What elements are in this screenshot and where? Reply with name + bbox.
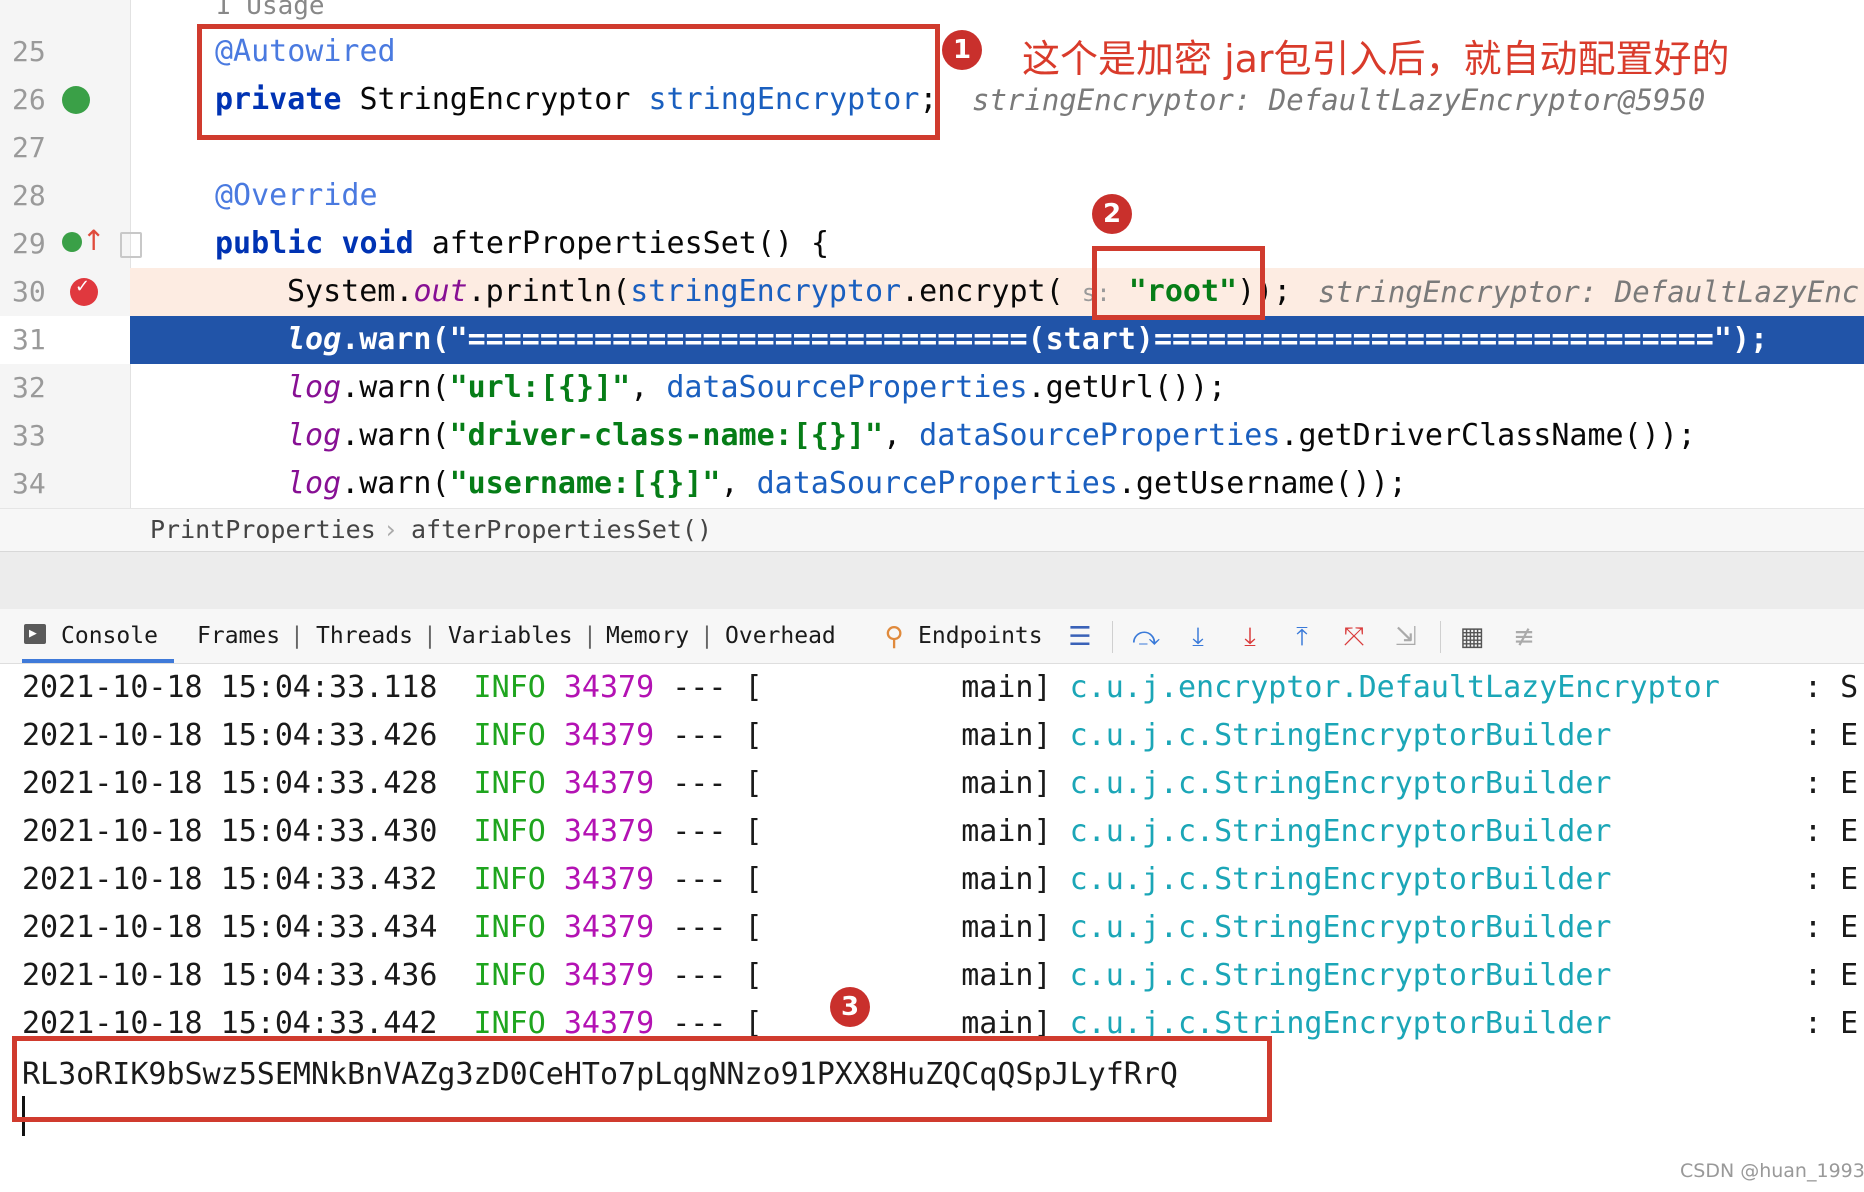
code-line-28: 28 @Override xyxy=(0,172,1864,220)
code-text: public void afterPropertiesSet() { xyxy=(215,226,830,261)
drop-frame-icon[interactable]: ⤧ xyxy=(1340,623,1368,651)
tab-endpoints[interactable]: Endpoints xyxy=(918,609,1043,663)
tab-variables[interactable]: Variables xyxy=(448,609,573,663)
step-into-icon[interactable]: ⤓ xyxy=(1184,623,1212,651)
line-number: 29 xyxy=(12,227,46,260)
tab-threads[interactable]: Threads xyxy=(316,609,413,663)
line-number: 25 xyxy=(12,35,46,68)
tab-console[interactable]: ▶ Console xyxy=(22,609,174,663)
highlight-box-root xyxy=(1092,246,1265,320)
code-text: log.warn("driver-class-name:[{}]", dataS… xyxy=(287,418,1696,453)
line-number: 33 xyxy=(12,419,46,452)
line-number: 34 xyxy=(12,467,46,500)
badge-3: 3 xyxy=(830,987,870,1027)
code-line-34: 34 log.warn("username:[{}]", dataSourceP… xyxy=(0,460,1864,508)
code-line-31-current: 31 log.warn("===========================… xyxy=(0,316,1864,364)
log-line: 2021-10-18 15:04:33.118 INFO 34379 --- [… xyxy=(22,670,1859,705)
line-number: 28 xyxy=(12,179,46,212)
badge-2: 2 xyxy=(1092,194,1132,234)
trace-stream-icon[interactable]: ≢ xyxy=(1510,623,1538,651)
code-line-33: 33 log.warn("driver-class-name:[{}]", da… xyxy=(0,412,1864,460)
tab-separator: | xyxy=(290,623,304,649)
inline-debug-value: stringEncryptor: DefaultLazyEncryptor@59… xyxy=(972,83,1706,117)
code-text: log.warn("username:[{}]", dataSourceProp… xyxy=(287,466,1407,501)
fold-icon[interactable] xyxy=(120,232,142,258)
tab-frames[interactable]: Frames xyxy=(197,609,280,663)
line-number: 32 xyxy=(12,371,46,404)
code-text: @Override xyxy=(215,178,378,213)
implements-icon[interactable] xyxy=(62,232,82,252)
override-arrow-icon[interactable]: ↑ xyxy=(82,224,105,257)
log-line: 2021-10-18 15:04:33.428 INFO 34379 --- [… xyxy=(22,766,1859,801)
code-line-29: 29 ↑ public void afterPropertiesSet() { xyxy=(0,220,1864,268)
line-number: 30 xyxy=(0,268,130,316)
evaluate-expression-icon[interactable]: ▦ xyxy=(1458,623,1486,651)
watermark: CSDN @huan_1993 xyxy=(1680,1160,1864,1182)
log-line: 2021-10-18 15:04:33.426 INFO 34379 --- [… xyxy=(22,718,1859,753)
toolbar-divider xyxy=(1112,621,1113,653)
run-to-cursor-icon[interactable]: ⇲ xyxy=(1392,623,1420,651)
panel-divider[interactable] xyxy=(0,551,1864,610)
debug-toolbar: ▶ Console Frames | Threads | Variables |… xyxy=(0,609,1864,664)
tab-separator: | xyxy=(700,623,714,649)
code-line-32: 32 log.warn("url:[{}]", dataSourceProper… xyxy=(0,364,1864,412)
code-editor[interactable]: 1 Usage 25 @Autowired 26 private StringE… xyxy=(0,0,1864,508)
step-out-icon[interactable]: ⤒ xyxy=(1288,623,1316,651)
show-execution-point-icon[interactable]: ☰ xyxy=(1066,623,1094,651)
log-line: 2021-10-18 15:04:33.430 INFO 34379 --- [… xyxy=(22,814,1859,849)
breadcrumb: PrintProperties › afterPropertiesSet() xyxy=(0,508,1864,551)
breadcrumb-method[interactable]: afterPropertiesSet() xyxy=(411,509,712,551)
endpoints-icon: ⚲ xyxy=(884,622,904,652)
code-text: log.warn("==============================… xyxy=(287,322,1769,357)
code-line-30: 30 ✓ System.out.println(stringEncryptor.… xyxy=(0,268,1864,316)
annotation-note: 这个是加密 jar包引入后，就自动配置好的 xyxy=(1022,37,1730,81)
step-over-icon[interactable]: ⤼ xyxy=(1132,623,1160,651)
usages-hint[interactable]: 1 Usage xyxy=(215,0,325,26)
highlight-box-cipher xyxy=(12,1036,1272,1122)
breadcrumb-class[interactable]: PrintProperties xyxy=(150,509,376,551)
bean-navigation-icon[interactable] xyxy=(62,86,90,114)
tab-overhead[interactable]: Overhead xyxy=(725,609,836,663)
check-icon: ✓ xyxy=(75,276,91,297)
log-line: 2021-10-18 15:04:33.434 INFO 34379 --- [… xyxy=(22,910,1859,945)
console-prompt-icon: ▶ xyxy=(29,626,37,641)
inline-debug-value: stringEncryptor: DefaultLazyEnc xyxy=(1318,275,1860,309)
log-line: 2021-10-18 15:04:33.436 INFO 34379 --- [… xyxy=(22,958,1859,993)
tab-memory[interactable]: Memory xyxy=(606,609,689,663)
breadcrumb-separator: › xyxy=(383,515,399,544)
code-text: log.warn("url:[{}]", dataSourcePropertie… xyxy=(287,370,1227,405)
tab-separator: | xyxy=(583,623,597,649)
line-number: 26 xyxy=(12,83,46,116)
line-number: 31 xyxy=(0,316,130,364)
log-line: 2021-10-18 15:04:33.432 INFO 34379 --- [… xyxy=(22,862,1859,897)
badge-1: 1 xyxy=(942,30,982,70)
highlight-box-autowired xyxy=(197,24,940,140)
force-step-into-icon[interactable]: ⤓ xyxy=(1236,623,1264,651)
tab-separator: | xyxy=(423,623,437,649)
line-number: 27 xyxy=(12,131,46,164)
toolbar-divider xyxy=(1440,621,1441,653)
